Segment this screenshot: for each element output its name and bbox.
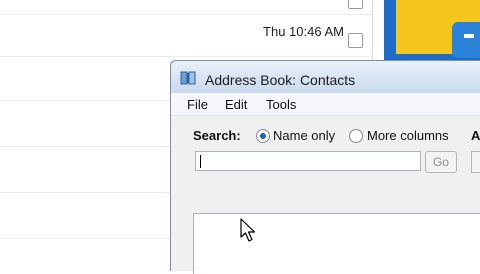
radio-name-only[interactable] bbox=[256, 129, 270, 143]
window-title: Address Book: Contacts bbox=[205, 72, 356, 88]
radio-name-only-label[interactable]: Name only bbox=[273, 128, 335, 143]
menu-edit[interactable]: Edit bbox=[225, 97, 247, 112]
search-input[interactable] bbox=[195, 151, 421, 171]
menubar: File Edit Tools bbox=[171, 93, 480, 116]
list-row-divider bbox=[0, 14, 372, 15]
mail-time: Thu 10:46 AM bbox=[263, 24, 344, 39]
row-checkbox[interactable] bbox=[348, 33, 363, 48]
radio-more-columns-label[interactable]: More columns bbox=[367, 128, 449, 143]
address-book-window: Address Book: Contacts File Edit Tools S… bbox=[170, 60, 480, 274]
row-checkbox[interactable] bbox=[348, 0, 363, 9]
go-button[interactable]: Go bbox=[425, 151, 457, 173]
side-action-button[interactable] bbox=[452, 22, 480, 58]
address-book-icon bbox=[180, 71, 196, 85]
search-label: Search: bbox=[193, 128, 241, 143]
truncated-dropdown[interactable] bbox=[471, 151, 480, 173]
titlebar[interactable]: Address Book: Contacts bbox=[171, 61, 480, 93]
text-caret bbox=[200, 155, 201, 168]
results-list[interactable] bbox=[193, 213, 480, 274]
radio-more-columns[interactable] bbox=[349, 129, 363, 143]
mouse-pointer-icon bbox=[240, 218, 256, 242]
truncated-label: A bbox=[471, 128, 480, 143]
menu-file[interactable]: File bbox=[187, 97, 208, 112]
menu-tools[interactable]: Tools bbox=[266, 97, 296, 112]
list-row-divider bbox=[0, 56, 372, 57]
